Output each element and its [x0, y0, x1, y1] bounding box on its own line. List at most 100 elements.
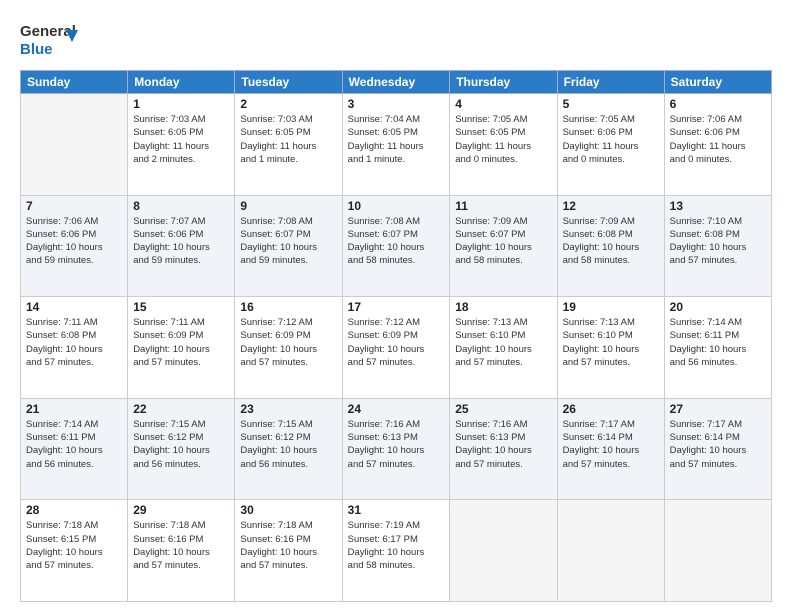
day-number: 8 — [133, 199, 229, 213]
weekday-header-tuesday: Tuesday — [235, 71, 342, 94]
calendar-cell: 8 Sunrise: 7:07 AMSunset: 6:06 PMDaylight… — [128, 195, 235, 297]
week-row-1: 1 Sunrise: 7:03 AMSunset: 6:05 PMDaylight… — [21, 94, 772, 196]
calendar-cell: 18 Sunrise: 7:13 AMSunset: 6:10 PMDayligh… — [450, 297, 557, 399]
day-info: Sunrise: 7:18 AMSunset: 6:16 PMDaylight:… — [133, 519, 229, 572]
day-info: Sunrise: 7:13 AMSunset: 6:10 PMDaylight:… — [455, 316, 551, 369]
day-info: Sunrise: 7:13 AMSunset: 6:10 PMDaylight:… — [563, 316, 659, 369]
calendar-cell — [21, 94, 128, 196]
day-info: Sunrise: 7:18 AMSunset: 6:15 PMDaylight:… — [26, 519, 122, 572]
calendar-table: SundayMondayTuesdayWednesdayThursdayFrid… — [20, 70, 772, 602]
day-info: Sunrise: 7:08 AMSunset: 6:07 PMDaylight:… — [240, 215, 336, 268]
calendar-cell: 11 Sunrise: 7:09 AMSunset: 6:07 PMDayligh… — [450, 195, 557, 297]
calendar-cell — [664, 500, 771, 602]
calendar-cell: 21 Sunrise: 7:14 AMSunset: 6:11 PMDayligh… — [21, 398, 128, 500]
day-info: Sunrise: 7:06 AMSunset: 6:06 PMDaylight:… — [670, 113, 766, 166]
day-number: 6 — [670, 97, 766, 111]
calendar-cell: 25 Sunrise: 7:16 AMSunset: 6:13 PMDayligh… — [450, 398, 557, 500]
day-number: 14 — [26, 300, 122, 314]
calendar-cell: 31Sunrise: 7:19 AMSunset: 6:17 PMDayligh… — [342, 500, 450, 602]
day-number: 9 — [240, 199, 336, 213]
day-info: Sunrise: 7:11 AMSunset: 6:09 PMDaylight:… — [133, 316, 229, 369]
header: GeneralBlue — [20, 18, 772, 60]
calendar-cell: 2 Sunrise: 7:03 AMSunset: 6:05 PMDaylight… — [235, 94, 342, 196]
day-info: Sunrise: 7:08 AMSunset: 6:07 PMDaylight:… — [348, 215, 445, 268]
day-info: Sunrise: 7:15 AMSunset: 6:12 PMDaylight:… — [240, 418, 336, 471]
calendar-cell: 23 Sunrise: 7:15 AMSunset: 6:12 PMDayligh… — [235, 398, 342, 500]
day-number: 22 — [133, 402, 229, 416]
day-number: 5 — [563, 97, 659, 111]
day-number: 12 — [563, 199, 659, 213]
day-number: 1 — [133, 97, 229, 111]
calendar-cell: 6 Sunrise: 7:06 AMSunset: 6:06 PMDaylight… — [664, 94, 771, 196]
week-row-4: 21 Sunrise: 7:14 AMSunset: 6:11 PMDayligh… — [21, 398, 772, 500]
calendar-cell: 27 Sunrise: 7:17 AMSunset: 6:14 PMDayligh… — [664, 398, 771, 500]
weekday-header-thursday: Thursday — [450, 71, 557, 94]
calendar-cell: 5 Sunrise: 7:05 AMSunset: 6:06 PMDaylight… — [557, 94, 664, 196]
page: GeneralBlue SundayMondayTuesdayWednesday… — [0, 0, 792, 612]
day-info: Sunrise: 7:15 AMSunset: 6:12 PMDaylight:… — [133, 418, 229, 471]
day-number: 7 — [26, 199, 122, 213]
day-info: Sunrise: 7:04 AMSunset: 6:05 PMDaylight:… — [348, 113, 445, 166]
day-info: Sunrise: 7:12 AMSunset: 6:09 PMDaylight:… — [348, 316, 445, 369]
day-number: 18 — [455, 300, 551, 314]
calendar-cell: 20 Sunrise: 7:14 AMSunset: 6:11 PMDayligh… — [664, 297, 771, 399]
calendar-cell: 1Sunrise: 7:03 AMSunset: 6:05 PMDaylight… — [128, 94, 235, 196]
day-info: Sunrise: 7:09 AMSunset: 6:07 PMDaylight:… — [455, 215, 551, 268]
calendar-cell: 12 Sunrise: 7:09 AMSunset: 6:08 PMDayligh… — [557, 195, 664, 297]
calendar-cell: 9 Sunrise: 7:08 AMSunset: 6:07 PMDaylight… — [235, 195, 342, 297]
weekday-header-row: SundayMondayTuesdayWednesdayThursdayFrid… — [21, 71, 772, 94]
calendar-cell — [557, 500, 664, 602]
weekday-header-friday: Friday — [557, 71, 664, 94]
day-number: 26 — [563, 402, 659, 416]
day-info: Sunrise: 7:14 AMSunset: 6:11 PMDaylight:… — [26, 418, 122, 471]
day-number: 15 — [133, 300, 229, 314]
day-number: 21 — [26, 402, 122, 416]
week-row-3: 14 Sunrise: 7:11 AMSunset: 6:08 PMDayligh… — [21, 297, 772, 399]
day-number: 16 — [240, 300, 336, 314]
weekday-header-wednesday: Wednesday — [342, 71, 450, 94]
calendar-cell: 22 Sunrise: 7:15 AMSunset: 6:12 PMDayligh… — [128, 398, 235, 500]
day-info: Sunrise: 7:16 AMSunset: 6:13 PMDaylight:… — [455, 418, 551, 471]
day-info: Sunrise: 7:18 AMSunset: 6:16 PMDaylight:… — [240, 519, 336, 572]
day-info: Sunrise: 7:06 AMSunset: 6:06 PMDaylight:… — [26, 215, 122, 268]
day-info: Sunrise: 7:19 AMSunset: 6:17 PMDaylight:… — [348, 519, 445, 572]
calendar-cell: 7 Sunrise: 7:06 AMSunset: 6:06 PMDaylight… — [21, 195, 128, 297]
day-info: Sunrise: 7:17 AMSunset: 6:14 PMDaylight:… — [563, 418, 659, 471]
logo-svg: GeneralBlue — [20, 18, 80, 60]
calendar-cell: 3Sunrise: 7:04 AMSunset: 6:05 PMDaylight… — [342, 94, 450, 196]
calendar-cell: 14 Sunrise: 7:11 AMSunset: 6:08 PMDayligh… — [21, 297, 128, 399]
calendar-cell: 19 Sunrise: 7:13 AMSunset: 6:10 PMDayligh… — [557, 297, 664, 399]
day-number: 17 — [348, 300, 445, 314]
day-number: 19 — [563, 300, 659, 314]
day-info: Sunrise: 7:07 AMSunset: 6:06 PMDaylight:… — [133, 215, 229, 268]
day-number: 2 — [240, 97, 336, 111]
calendar-cell: 16 Sunrise: 7:12 AMSunset: 6:09 PMDayligh… — [235, 297, 342, 399]
day-info: Sunrise: 7:14 AMSunset: 6:11 PMDaylight:… — [670, 316, 766, 369]
day-info: Sunrise: 7:11 AMSunset: 6:08 PMDaylight:… — [26, 316, 122, 369]
week-row-5: 28Sunrise: 7:18 AMSunset: 6:15 PMDayligh… — [21, 500, 772, 602]
day-info: Sunrise: 7:03 AMSunset: 6:05 PMDaylight:… — [240, 113, 336, 166]
day-number: 20 — [670, 300, 766, 314]
svg-text:Blue: Blue — [20, 41, 53, 58]
day-number: 27 — [670, 402, 766, 416]
day-number: 11 — [455, 199, 551, 213]
day-number: 29 — [133, 503, 229, 517]
calendar-cell: 13 Sunrise: 7:10 AMSunset: 6:08 PMDayligh… — [664, 195, 771, 297]
day-info: Sunrise: 7:17 AMSunset: 6:14 PMDaylight:… — [670, 418, 766, 471]
day-number: 23 — [240, 402, 336, 416]
day-info: Sunrise: 7:09 AMSunset: 6:08 PMDaylight:… — [563, 215, 659, 268]
calendar-cell: 17 Sunrise: 7:12 AMSunset: 6:09 PMDayligh… — [342, 297, 450, 399]
day-info: Sunrise: 7:05 AMSunset: 6:05 PMDaylight:… — [455, 113, 551, 166]
weekday-header-monday: Monday — [128, 71, 235, 94]
calendar-cell: 4 Sunrise: 7:05 AMSunset: 6:05 PMDaylight… — [450, 94, 557, 196]
calendar-cell: 30 Sunrise: 7:18 AMSunset: 6:16 PMDayligh… — [235, 500, 342, 602]
week-row-2: 7 Sunrise: 7:06 AMSunset: 6:06 PMDaylight… — [21, 195, 772, 297]
day-number: 4 — [455, 97, 551, 111]
day-number: 30 — [240, 503, 336, 517]
day-info: Sunrise: 7:10 AMSunset: 6:08 PMDaylight:… — [670, 215, 766, 268]
day-number: 25 — [455, 402, 551, 416]
day-info: Sunrise: 7:05 AMSunset: 6:06 PMDaylight:… — [563, 113, 659, 166]
day-number: 13 — [670, 199, 766, 213]
day-info: Sunrise: 7:12 AMSunset: 6:09 PMDaylight:… — [240, 316, 336, 369]
calendar-cell: 10Sunrise: 7:08 AMSunset: 6:07 PMDayligh… — [342, 195, 450, 297]
